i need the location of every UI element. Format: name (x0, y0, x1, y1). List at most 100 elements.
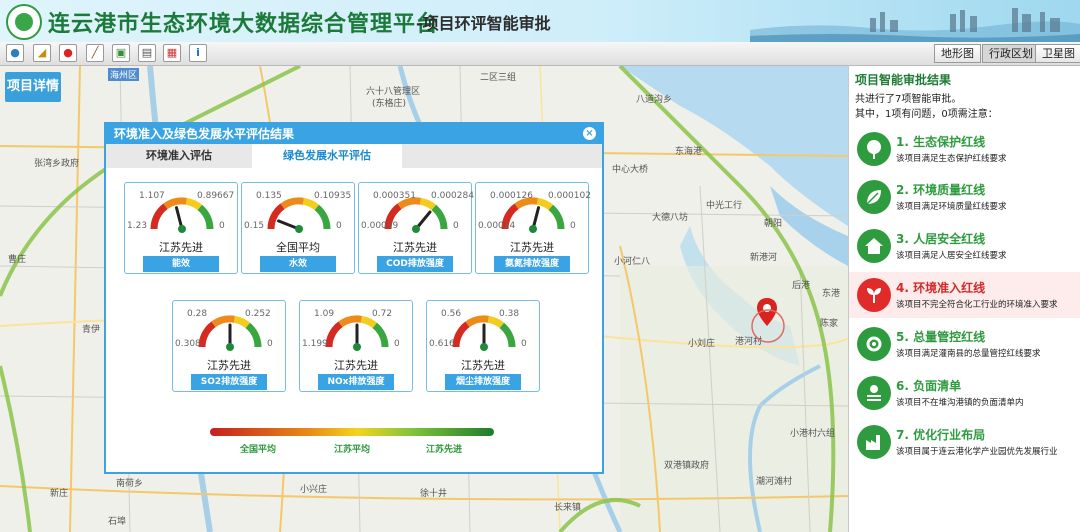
approval-results-panel: 项目智能审批结果 共进行了7项智能审批。 其中，1项有问题，0项需注意： 1. … (848, 66, 1080, 532)
gauge-metric-button[interactable]: COD排放强度 (377, 256, 453, 272)
gauge-min-value: 0.00014 (478, 221, 516, 231)
globe-icon[interactable]: ● (6, 44, 24, 62)
result-item[interactable]: 4. 环境准入红线 该项目不完全符合化工行业的环境准入要求 (849, 272, 1080, 318)
gauge-left-value: 0.135 (256, 191, 282, 201)
gauge-max-value: 0 (570, 221, 576, 231)
gauge-card: 0.28 0.252 0.308 0 江苏先进 SO2排放强度 (172, 300, 286, 392)
gauge-metric-button[interactable]: 烟尘排放强度 (445, 374, 521, 390)
map-label: 双港镇政府 (664, 461, 710, 471)
result-item-desc: 该项目满足环境质量红线要求 (896, 202, 1007, 212)
gauge-card: 0.000126 0.000102 0.00014 0 江苏先进 氨氮排放强度 (475, 182, 591, 274)
result-item[interactable]: 1. 生态保护红线 该项目满足生态保护红线要求 (849, 126, 1080, 172)
result-item-title: 3. 人居安全红线 (896, 232, 986, 246)
result-item[interactable]: 3. 人居安全红线 该项目满足人居安全红线要求 (849, 223, 1080, 269)
gauge-metric-button[interactable]: 水效 (260, 256, 336, 272)
gauge-min-value: 0.15 (244, 221, 265, 231)
gauge-min-value: 0.616 (429, 339, 455, 349)
info-icon[interactable]: i (189, 44, 207, 62)
gauge-hub (295, 225, 303, 233)
map-label: 小刘庄 (688, 339, 716, 349)
map-label: 八道沟乡 (636, 95, 673, 105)
gauge-rating: 江苏先进 (159, 241, 203, 254)
gauge-metric-button[interactable]: NOx排放强度 (318, 374, 394, 390)
map-toolbar: ● ◢ ● ╱ ▣ ▤ ▦ i 地形图 行政区划 卫星图 (0, 42, 1080, 66)
layers-icon[interactable]: ▣ (112, 44, 130, 62)
house-icon (857, 229, 891, 263)
gauge-left-value: 1.107 (139, 191, 165, 201)
list-icon (857, 376, 891, 410)
gauge-metric-button[interactable]: 氨氮排放强度 (494, 256, 570, 272)
gear-icon (857, 327, 891, 361)
result-item-desc: 该项目不在堆沟港镇的负面清单内 (896, 398, 1024, 408)
gauge-rating: 江苏先进 (461, 359, 505, 372)
gauge-hub (412, 225, 420, 233)
gauge-left-value: 0.56 (441, 309, 462, 319)
gauge-max-value: 0 (219, 221, 225, 231)
result-item[interactable]: 7. 优化行业布局 该项目属于连云港化学产业园优先发展行业 (849, 419, 1080, 465)
gauge-card: 0.000351 0.000284 0.00039 0 江苏先进 COD排放强度 (358, 182, 474, 274)
map-label: 大德八坊 (652, 213, 689, 223)
result-item[interactable]: 6. 负面清单 该项目不在堆沟港镇的负面清单内 (849, 370, 1080, 416)
map-type-satellite[interactable]: 卫星图 (1035, 44, 1080, 63)
gauge-min-value: 0.00039 (361, 221, 399, 231)
panel-title: 项目智能审批结果 (855, 73, 952, 87)
result-item[interactable]: 2. 环境质量红线 该项目满足环境质量红线要求 (849, 174, 1080, 220)
scale-label: 江苏平均 (334, 445, 371, 455)
gauge-hub (353, 343, 361, 351)
gauge-left-value: 1.09 (314, 309, 335, 319)
close-icon[interactable]: × (583, 127, 596, 140)
city-skyline-image (750, 8, 1080, 42)
result-item-desc: 该项目满足生态保护红线要求 (896, 154, 1007, 164)
gauge-rating: 江苏先进 (510, 241, 554, 254)
gauge-metric-button[interactable]: SO2排放强度 (191, 374, 267, 390)
result-item-desc: 该项目满足灌南县的总量管控红线要求 (896, 349, 1041, 359)
map-label: 张湾乡政府 (34, 159, 80, 169)
result-item-title: 7. 优化行业布局 (896, 428, 986, 442)
project-detail-button[interactable]: 项目详情 (5, 72, 61, 102)
gauge-metric-button[interactable]: 能效 (143, 256, 219, 272)
gauge-right-value: 0.10935 (314, 191, 352, 201)
tab-green-development[interactable]: 绿色发展水平评估 (252, 144, 402, 168)
draw-icon[interactable]: ╱ (86, 44, 104, 62)
gauge-rating: 江苏先进 (393, 241, 437, 254)
map-label: 后港 (792, 281, 811, 291)
scale-label: 江苏先进 (426, 445, 463, 455)
measure-icon[interactable]: ◢ (33, 44, 51, 62)
gauge-left-value: 0.000351 (373, 191, 416, 201)
map-label: (东格庄) (372, 99, 407, 109)
app-subtitle: -项目环评智能审批 (416, 14, 551, 33)
result-item-desc: 该项目不完全符合化工行业的环境准入要求 (896, 300, 1058, 310)
print-icon[interactable]: ▤ (138, 44, 156, 62)
tab-environment-access[interactable]: 环境准入评估 (106, 144, 252, 168)
gauge-rating: 江苏先进 (207, 359, 251, 372)
map-type-terrain[interactable]: 地形图 (934, 44, 981, 63)
map-label: 曹庄 (8, 255, 27, 265)
map-label: 小河仁八 (614, 257, 651, 267)
dialog-title: 环境准入及绿色发展水平评估结果 (106, 124, 602, 144)
tree-icon (857, 132, 891, 166)
gauge-hub (529, 225, 537, 233)
factory-icon (857, 425, 891, 459)
grid-icon[interactable]: ▦ (163, 44, 181, 62)
map-type-admin[interactable]: 行政区划 (982, 44, 1040, 63)
gauge-right-value: 0.252 (245, 309, 271, 319)
pin-icon[interactable]: ● (59, 44, 77, 62)
map-label: 长来镇 (554, 503, 582, 513)
app-header: 连云港市生态环境大数据综合管理平台 -项目环评智能审批 (0, 0, 1080, 42)
result-item-title: 5. 总量管控红线 (896, 330, 986, 344)
map-label: 潮河滩村 (756, 477, 793, 487)
gauge-hub (226, 343, 234, 351)
map-label: 小兴庄 (300, 485, 328, 495)
plant-icon (857, 278, 891, 312)
map-label: 海州区 (108, 68, 140, 81)
map-label: 陈家 (820, 319, 839, 329)
gauge-max-value: 0 (521, 339, 527, 349)
leaf-icon (857, 180, 891, 214)
map-label: 朝阳 (764, 219, 783, 229)
map-label: 徐十井 (420, 489, 448, 499)
gauge-min-value: 1.23 (127, 221, 148, 231)
map-label: 青伊 (82, 325, 101, 335)
map-label: 东海港 (675, 147, 703, 157)
scale-label: 全国平均 (240, 445, 277, 455)
result-item[interactable]: 5. 总量管控红线 该项目满足灌南县的总量管控红线要求 (849, 321, 1080, 367)
